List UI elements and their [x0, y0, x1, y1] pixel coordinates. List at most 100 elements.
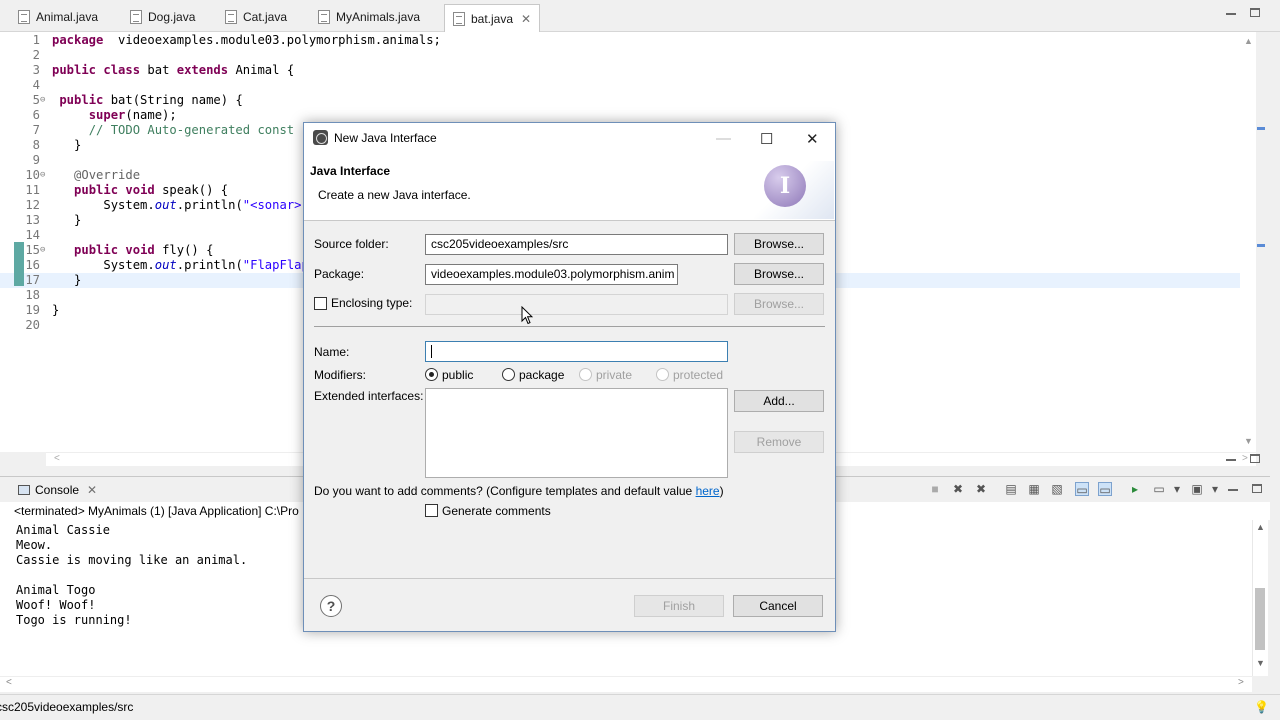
console-tab[interactable]: Console ✕: [18, 483, 97, 497]
code-text: super(name);: [88, 108, 177, 122]
word-wrap-icon[interactable]: ▧: [1050, 482, 1064, 496]
line-number: 16: [25, 258, 40, 272]
tab-label: Animal.java: [36, 10, 99, 24]
modifier-private-label: private: [596, 368, 633, 382]
console-output-line: Animal Cassie: [16, 523, 110, 537]
code-line[interactable]: 4: [0, 78, 1240, 93]
java-file-icon: [130, 10, 142, 24]
source-folder-field[interactable]: csc205videoexamples/src: [425, 234, 728, 255]
wizard-heading: Java Interface: [310, 164, 391, 178]
modifier-protected-radio[interactable]: [656, 368, 669, 381]
overview-ruler-marker[interactable]: [1257, 244, 1265, 247]
scroll-left-icon[interactable]: <: [6, 677, 12, 688]
console-vertical-scrollbar[interactable]: ▲ ▼: [1252, 520, 1268, 676]
maximize-icon[interactable]: [1250, 454, 1260, 463]
modifier-private-radio[interactable]: [579, 368, 592, 381]
chevron-down-icon[interactable]: ▾: [1208, 482, 1222, 496]
minimize-console-icon[interactable]: [1228, 484, 1238, 491]
pin-console-icon[interactable]: ▸: [1128, 482, 1142, 496]
remove-all-launches-icon[interactable]: ✖: [974, 482, 988, 496]
tab-animal-java[interactable]: Animal.java: [18, 5, 98, 29]
enclosing-type-checkbox[interactable]: [314, 297, 327, 310]
enclosing-type-field[interactable]: [425, 294, 728, 315]
modifier-package-radio[interactable]: [502, 368, 515, 381]
show-on-stderr-icon[interactable]: ▭: [1098, 482, 1112, 497]
remove-launch-icon[interactable]: ✖: [951, 482, 965, 496]
dialog-titlebar[interactable]: New Java Interface — ☐ ✕: [304, 123, 835, 153]
fold-toggle-icon[interactable]: ⊖: [40, 243, 45, 258]
clear-console-icon[interactable]: ▤: [1004, 482, 1018, 496]
code-line[interactable]: 2: [0, 48, 1240, 63]
show-on-stdout-icon[interactable]: ▭: [1075, 482, 1089, 497]
code-line[interactable]: 6 super(name);: [0, 108, 1240, 123]
scroll-right-icon[interactable]: >: [1238, 677, 1244, 688]
scroll-up-icon[interactable]: ▲: [1244, 36, 1253, 46]
code-line[interactable]: 5 ⊖ public bat(String name) {: [0, 93, 1240, 108]
code-line[interactable]: 1 package videoexamples.module03.polymorp…: [0, 33, 1240, 48]
name-field[interactable]: [425, 341, 728, 362]
editor-vertical-scrollbar[interactable]: ▲ ▼: [1240, 32, 1256, 452]
close-icon[interactable]: ✕: [806, 130, 819, 148]
package-field[interactable]: videoexamples.module03.polymorphism.anim: [425, 264, 678, 285]
line-number: 8: [32, 138, 40, 152]
extended-interfaces-label: Extended interfaces:: [314, 389, 424, 403]
minimize-icon[interactable]: [1226, 454, 1236, 461]
minimize-icon[interactable]: —: [716, 130, 731, 147]
configure-templates-link[interactable]: here: [696, 484, 720, 498]
fold-toggle-icon[interactable]: ⊖: [40, 93, 45, 108]
scroll-up-icon[interactable]: ▲: [1256, 522, 1265, 532]
lightbulb-icon[interactable]: 💡: [1254, 697, 1269, 717]
fold-toggle-icon[interactable]: ⊖: [40, 168, 45, 183]
scroll-lock-icon[interactable]: ▦: [1027, 482, 1041, 496]
browse-source-folder-button[interactable]: Browse...: [734, 233, 824, 255]
minimize-editor-icon[interactable]: [1226, 8, 1236, 15]
add-interface-button[interactable]: Add...: [734, 390, 824, 412]
cancel-button[interactable]: Cancel: [733, 595, 823, 617]
display-console-icon[interactable]: ▭: [1152, 482, 1166, 496]
close-console-icon[interactable]: ✕: [87, 483, 97, 497]
tab-dog-java[interactable]: Dog.java: [130, 5, 195, 29]
line-number: 19: [25, 303, 40, 317]
code-text: public void speak() {: [74, 183, 229, 197]
line-number: 11: [25, 183, 40, 197]
scrollbar-thumb[interactable]: [1255, 588, 1265, 650]
tab-label: Cat.java: [243, 10, 288, 24]
scroll-down-icon[interactable]: ▼: [1256, 658, 1265, 668]
tab-label: MyAnimals.java: [336, 10, 421, 24]
code-line[interactable]: 3 public class bat extends Animal {: [0, 63, 1240, 78]
tab-bat-java[interactable]: bat.java ✕: [444, 4, 541, 32]
maximize-editor-icon[interactable]: [1250, 8, 1260, 17]
wizard-header: Java Interface Create a new Java interfa…: [304, 153, 835, 221]
extended-interfaces-list[interactable]: [425, 388, 728, 478]
line-number: 12: [25, 198, 40, 212]
scroll-down-icon[interactable]: ▼: [1244, 436, 1253, 446]
scroll-left-icon[interactable]: <: [54, 453, 60, 464]
browse-enclosing-type-button[interactable]: Browse...: [734, 293, 824, 315]
remove-interface-button[interactable]: Remove: [734, 431, 824, 453]
console-horizontal-scrollbar[interactable]: < >: [0, 676, 1252, 692]
modifiers-label: Modifiers:: [314, 368, 367, 382]
code-text: // TODO Auto-generated const: [88, 123, 295, 137]
overview-ruler-marker[interactable]: [1257, 127, 1265, 130]
browse-package-button[interactable]: Browse...: [734, 263, 824, 285]
code-text: public void fly() {: [74, 243, 214, 257]
tab-myanimals-java[interactable]: MyAnimals.java: [318, 5, 420, 29]
maximize-console-icon[interactable]: [1252, 484, 1262, 493]
java-file-icon: [225, 10, 237, 24]
line-number: 5: [32, 93, 40, 107]
modifier-public-label: public: [442, 368, 474, 382]
line-number: 15: [25, 243, 40, 257]
maximize-icon[interactable]: ☐: [760, 130, 773, 148]
chevron-down-icon[interactable]: ▾: [1170, 482, 1184, 496]
tab-cat-java[interactable]: Cat.java: [225, 5, 287, 29]
finish-button[interactable]: Finish: [634, 595, 724, 617]
line-number: 2: [32, 48, 40, 62]
scroll-right-icon[interactable]: >: [1242, 453, 1248, 464]
modifier-public-radio[interactable]: [425, 368, 438, 381]
terminate-icon[interactable]: ■: [928, 482, 942, 496]
open-console-icon[interactable]: ▣: [1190, 482, 1204, 496]
help-icon[interactable]: ?: [320, 595, 342, 617]
separator: [314, 326, 825, 327]
generate-comments-checkbox[interactable]: [425, 504, 438, 517]
close-tab-icon[interactable]: ✕: [521, 12, 531, 26]
